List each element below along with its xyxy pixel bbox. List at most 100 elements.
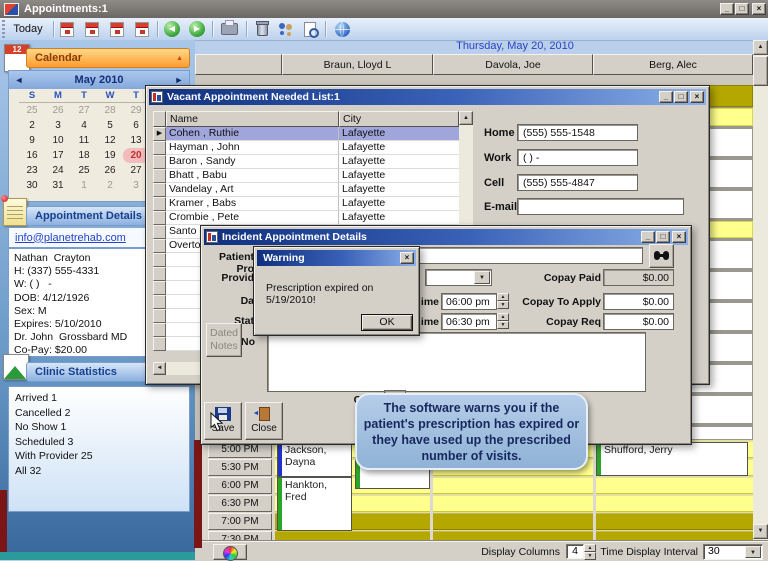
calendar-day[interactable]: 11 bbox=[71, 133, 97, 148]
week-view-button[interactable] bbox=[81, 19, 103, 39]
find-appointment-button[interactable] bbox=[299, 19, 321, 39]
calendar-panel-header[interactable]: Calendar ▲ bbox=[26, 48, 190, 68]
prev-month-icon[interactable]: ◄ bbox=[9, 75, 29, 85]
color-legend-button[interactable] bbox=[213, 544, 247, 560]
display-columns-spinner[interactable]: ▲ ▼ bbox=[584, 544, 596, 560]
table-row[interactable]: Crombie , PeteLafayette bbox=[153, 211, 459, 225]
web-button[interactable] bbox=[330, 19, 354, 39]
schedule-scrollbar[interactable]: ▲ ▼ bbox=[753, 40, 768, 541]
today-button[interactable]: Today bbox=[6, 19, 50, 39]
maximize-button[interactable]: □ bbox=[674, 91, 688, 103]
close-button[interactable]: × bbox=[672, 231, 686, 243]
notes-textarea[interactable] bbox=[267, 332, 646, 392]
schedule-slot-cell[interactable] bbox=[433, 477, 593, 494]
maximize-button[interactable]: □ bbox=[656, 231, 670, 243]
next-month-icon[interactable]: ► bbox=[169, 75, 189, 85]
spinner-up-icon[interactable]: ▲ bbox=[497, 313, 509, 321]
appointment-cell[interactable]: Hankton, Fred bbox=[277, 477, 352, 531]
scroll-up-icon[interactable]: ▲ bbox=[753, 40, 768, 55]
close-button[interactable]: × bbox=[752, 3, 766, 15]
search-patient-button[interactable] bbox=[649, 244, 674, 268]
forward-button[interactable]: ▶ bbox=[186, 19, 208, 39]
table-row[interactable]: Baron , SandyLafayette bbox=[153, 155, 459, 169]
warning-titlebar[interactable]: Warning × bbox=[257, 250, 416, 266]
minimize-button[interactable]: _ bbox=[641, 231, 655, 243]
close-button[interactable]: × bbox=[400, 252, 414, 264]
scroll-up-icon[interactable]: ▲ bbox=[459, 111, 473, 125]
provider-column-header[interactable]: Davola, Joe bbox=[433, 54, 593, 75]
calendar-day[interactable]: 2 bbox=[19, 118, 45, 133]
delete-button[interactable] bbox=[251, 19, 273, 39]
name-column-header[interactable]: Name bbox=[166, 111, 339, 127]
calendar-day[interactable]: 30 bbox=[19, 178, 45, 193]
schedule-slot-cell[interactable] bbox=[433, 513, 593, 530]
scrollbar-thumb[interactable] bbox=[753, 56, 768, 86]
table-row[interactable]: Bhatt , BabuLafayette bbox=[153, 169, 459, 183]
work-week-view-button[interactable] bbox=[106, 19, 128, 39]
table-row[interactable]: Hayman , JohnLafayette bbox=[153, 141, 459, 155]
collapse-arrow-icon[interactable]: ▲ bbox=[176, 55, 183, 62]
calendar-day[interactable]: 24 bbox=[45, 163, 71, 178]
calendar-day[interactable]: 16 bbox=[19, 148, 45, 163]
calendar-day[interactable]: 5 bbox=[97, 118, 123, 133]
calendar-day[interactable]: 12 bbox=[97, 133, 123, 148]
print-button[interactable] bbox=[217, 19, 241, 39]
schedule-slot-cell[interactable] bbox=[596, 495, 753, 512]
schedule-slot-cell[interactable] bbox=[596, 477, 753, 494]
spinner-down-icon[interactable]: ▼ bbox=[497, 321, 509, 329]
calendar-day[interactable]: 27 bbox=[71, 103, 97, 118]
provider-column-header[interactable]: Braun, Lloyd L bbox=[282, 54, 433, 75]
maximize-button[interactable]: □ bbox=[735, 3, 749, 15]
appointment-cell[interactable]: Shufford, Jerry bbox=[596, 442, 748, 476]
appointment-cell[interactable]: Jackson, Dayna bbox=[277, 442, 352, 477]
minimize-button[interactable]: _ bbox=[720, 3, 734, 15]
toolbar-grip[interactable] bbox=[2, 20, 5, 38]
close-button[interactable]: × bbox=[690, 91, 704, 103]
calendar-day[interactable]: 17 bbox=[45, 148, 71, 163]
calendar-day[interactable]: 9 bbox=[19, 133, 45, 148]
incident-window-titlebar[interactable]: Incident Appointment Details _ □ × bbox=[204, 229, 688, 245]
dropdown-arrow-icon[interactable]: ▼ bbox=[745, 546, 761, 558]
schedule-slot-cell[interactable] bbox=[433, 495, 593, 512]
back-button[interactable]: ◀ bbox=[161, 19, 183, 39]
calendar-day[interactable]: 28 bbox=[97, 103, 123, 118]
calendar-day[interactable]: 25 bbox=[71, 163, 97, 178]
ok-button[interactable]: OK bbox=[361, 314, 413, 331]
display-columns-field[interactable]: 4 bbox=[566, 544, 584, 559]
dropdown-arrow-icon[interactable]: ▼ bbox=[474, 271, 490, 284]
end-time-spinner[interactable]: ▲ ▼ bbox=[497, 313, 509, 329]
spinner-down-icon[interactable]: ▼ bbox=[497, 301, 509, 309]
start-time-field[interactable]: 06:00 pm bbox=[441, 293, 497, 310]
calendar-day[interactable]: 2 bbox=[97, 178, 123, 193]
table-row[interactable]: Vandelay , ArtLafayette bbox=[153, 183, 459, 197]
calendar-day[interactable]: 19 bbox=[97, 148, 123, 163]
table-row[interactable]: Kramer , BabsLafayette bbox=[153, 197, 459, 211]
calendar-day[interactable]: 26 bbox=[45, 103, 71, 118]
work-phone-field[interactable]: ( ) - bbox=[517, 149, 638, 166]
spinner-down-icon[interactable]: ▼ bbox=[584, 552, 596, 560]
day-view-button[interactable] bbox=[56, 19, 78, 39]
minimize-button[interactable]: _ bbox=[659, 91, 673, 103]
time-interval-dropdown[interactable]: 30 ▼ bbox=[703, 544, 763, 560]
spinner-up-icon[interactable]: ▲ bbox=[497, 293, 509, 301]
home-phone-field[interactable]: (555) 555-1548 bbox=[517, 124, 638, 141]
schedule-slot-cell[interactable] bbox=[596, 513, 753, 530]
month-view-button[interactable] bbox=[131, 19, 153, 39]
copay-apply-field[interactable]: $0.00 bbox=[603, 293, 674, 310]
dated-notes-button[interactable]: Dated Notes bbox=[206, 323, 242, 357]
spinner-up-icon[interactable]: ▲ bbox=[584, 544, 596, 552]
calendar-day[interactable]: 25 bbox=[19, 103, 45, 118]
calendar-day[interactable]: 26 bbox=[97, 163, 123, 178]
calendar-day[interactable]: 18 bbox=[71, 148, 97, 163]
vacant-window-titlebar[interactable]: Vacant Appointment Needed List:1 _ □ × bbox=[149, 89, 706, 105]
calendar-day[interactable]: 3 bbox=[45, 118, 71, 133]
calendar-day[interactable]: 1 bbox=[71, 178, 97, 193]
cell-phone-field[interactable]: (555) 555-4847 bbox=[517, 174, 638, 191]
scroll-down-icon[interactable]: ▼ bbox=[753, 524, 768, 539]
patients-button[interactable] bbox=[275, 19, 297, 39]
city-column-header[interactable]: City bbox=[339, 111, 459, 127]
provider-column-header[interactable]: Berg, Alec bbox=[593, 54, 753, 75]
copay-req-field[interactable]: $0.00 bbox=[603, 313, 674, 330]
scroll-left-icon[interactable]: ◄ bbox=[153, 362, 166, 375]
calendar-day[interactable]: 10 bbox=[45, 133, 71, 148]
